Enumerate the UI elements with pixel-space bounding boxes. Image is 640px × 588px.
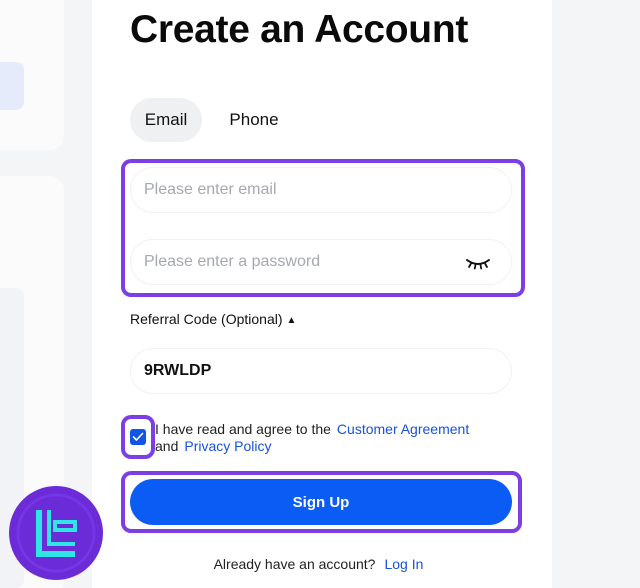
login-prompt: Already have an account? (213, 556, 376, 572)
checkmark-icon (132, 432, 144, 441)
referral-field-wrapper (130, 348, 512, 394)
email-field-wrapper (130, 167, 512, 213)
brand-logo (9, 486, 103, 580)
referral-code-toggle[interactable]: Referral Code (Optional) ▲ (130, 311, 296, 327)
eye-closed-icon[interactable] (465, 254, 491, 272)
password-field-wrapper (130, 239, 512, 285)
sign-up-button[interactable]: Sign Up (130, 479, 512, 525)
log-in-link[interactable]: Log In (384, 556, 423, 572)
email-field[interactable] (131, 168, 511, 212)
agreement-checkbox[interactable] (130, 429, 146, 445)
caret-up-icon: ▲ (286, 315, 297, 326)
brand-logo-icon (16, 493, 96, 573)
customer-agreement-link[interactable]: Customer Agreement (337, 421, 469, 437)
tab-email[interactable]: Email (130, 98, 202, 142)
password-field[interactable] (131, 240, 511, 284)
referral-code-label: Referral Code (Optional) (130, 311, 283, 327)
referral-code-input[interactable] (131, 349, 511, 393)
agreement-and: and (155, 438, 179, 454)
background-pill (0, 62, 24, 110)
page-title: Create an Account (130, 8, 469, 51)
agreement-prefix: I have read and agree to the (155, 421, 331, 437)
agreement-text: I have read and agree to the Customer Agr… (155, 421, 505, 455)
tab-phone[interactable]: Phone (218, 98, 290, 142)
privacy-policy-link[interactable]: Privacy Policy (184, 438, 271, 454)
